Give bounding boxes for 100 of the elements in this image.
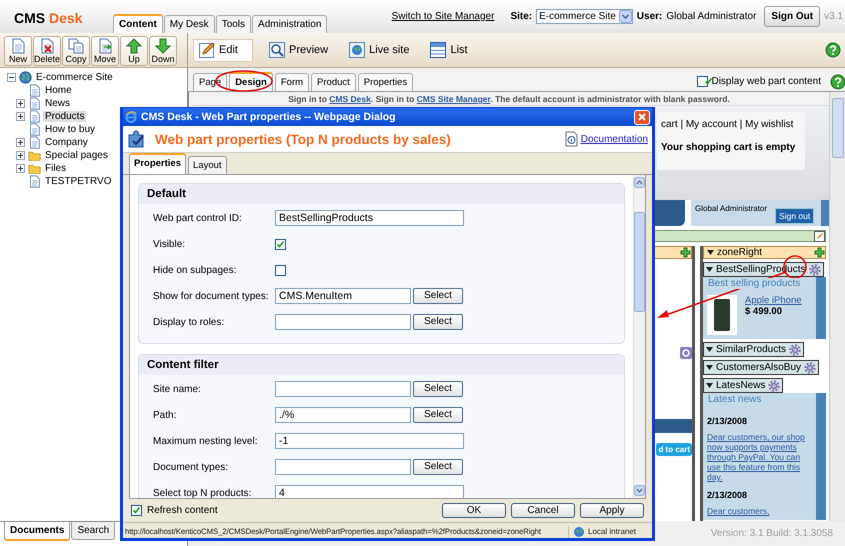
dialog-button[interactable]: OK xyxy=(442,503,506,518)
page-icon xyxy=(28,123,41,136)
site-value: E-commerce Site xyxy=(539,11,616,22)
zone-name: zoneRight xyxy=(717,247,762,258)
tab[interactable]: Properties xyxy=(358,73,414,91)
tree-item[interactable]: E-commerce Site xyxy=(34,72,115,83)
input-field[interactable]: ./% xyxy=(275,407,411,423)
user-name: Global Administrator xyxy=(695,204,768,213)
plus-icon[interactable] xyxy=(814,247,825,258)
caret-down-icon[interactable] xyxy=(706,347,713,352)
tree-item[interactable]: How to buy xyxy=(43,124,98,135)
scrollbar[interactable] xyxy=(633,175,645,498)
tree-item[interactable]: Company xyxy=(43,137,90,148)
notice-link[interactable]: CMS Site Manager xyxy=(416,94,490,104)
gear-icon[interactable] xyxy=(768,380,780,392)
sign-out-button[interactable]: Sign out xyxy=(775,208,814,224)
tree-item[interactable]: Special pages xyxy=(43,150,110,161)
checkbox[interactable] xyxy=(275,264,286,276)
network-globe-icon xyxy=(573,526,585,538)
globe-icon xyxy=(19,71,32,84)
expand-icon[interactable] xyxy=(16,99,25,108)
checkbox-label: Display web part content xyxy=(711,76,821,87)
copy-icon xyxy=(68,38,84,54)
gear-icon[interactable] xyxy=(804,362,816,374)
select-button[interactable]: Select xyxy=(413,459,463,475)
edit-button[interactable]: Edit xyxy=(193,38,253,62)
expand-icon[interactable] xyxy=(16,138,25,147)
tab[interactable]: Administration xyxy=(252,15,328,33)
copy-button[interactable]: Copy xyxy=(62,36,90,66)
product-link[interactable]: Apple iPhone xyxy=(745,295,802,306)
user-name: Global Administrator xyxy=(666,11,756,22)
select-button[interactable]: Select xyxy=(413,407,463,423)
move-button[interactable]: Move xyxy=(91,36,119,66)
checkbox[interactable] xyxy=(275,238,286,250)
caret-down-icon[interactable] xyxy=(706,267,713,272)
help-icon[interactable] xyxy=(830,74,845,90)
delete-button[interactable]: Delete xyxy=(33,36,61,66)
list-button[interactable]: List xyxy=(424,38,473,62)
site-dropdown[interactable]: E-commerce Site xyxy=(536,9,633,24)
switch-link[interactable]: Switch to Site Manager xyxy=(392,11,494,22)
tree-item[interactable]: Files xyxy=(43,163,68,174)
documentation-link[interactable]: Documentation xyxy=(580,134,648,144)
news-link[interactable]: Dear customers, xyxy=(707,506,812,516)
select-button[interactable]: Select xyxy=(413,314,463,330)
up-button[interactable]: Up xyxy=(120,36,148,66)
section-title: Default xyxy=(139,184,624,204)
page-icon xyxy=(28,136,41,149)
select-button[interactable]: Select xyxy=(413,288,463,304)
account-links[interactable]: cart | My account | My wishlist xyxy=(661,119,805,130)
dialog-button[interactable]: Cancel xyxy=(511,503,575,518)
tree-item[interactable]: TESTPETRVO xyxy=(43,176,114,187)
down-button[interactable]: Down xyxy=(149,36,177,66)
scroll-down-icon[interactable] xyxy=(634,485,645,496)
dialog-button[interactable]: Apply xyxy=(580,503,644,518)
collapse-icon[interactable] xyxy=(7,73,16,82)
input-field[interactable]: -1 xyxy=(275,433,464,449)
tree-item[interactable]: Products xyxy=(43,111,86,122)
tab[interactable]: My Desk xyxy=(164,15,215,33)
tab[interactable]: Product xyxy=(311,73,356,91)
tab[interactable]: Content xyxy=(113,14,163,33)
help-icon[interactable] xyxy=(825,42,841,58)
tab[interactable]: Form xyxy=(274,73,310,91)
input-field[interactable]: 4 xyxy=(275,485,464,498)
preview-button[interactable]: Preview xyxy=(263,38,334,62)
caret-down-icon[interactable] xyxy=(706,383,713,388)
caret-down-icon[interactable] xyxy=(707,250,714,255)
tab[interactable]: Properties xyxy=(129,153,186,174)
sign-out-button[interactable]: Sign Out xyxy=(764,6,820,27)
news-date: 2/13/2008 xyxy=(707,490,748,500)
gear-icon[interactable] xyxy=(808,264,820,276)
scroll-up-icon[interactable] xyxy=(634,177,645,188)
expand-icon[interactable] xyxy=(16,164,25,173)
tab[interactable]: Tools xyxy=(216,15,252,33)
tab[interactable]: Documents xyxy=(4,522,70,541)
input-field[interactable] xyxy=(275,381,411,397)
input-field[interactable] xyxy=(275,314,411,330)
tab[interactable]: Search xyxy=(71,522,116,540)
webpart-title: Best selling products xyxy=(707,278,802,289)
notice-link[interactable]: CMS Desk xyxy=(329,94,371,104)
input-field[interactable]: BestSellingProducts xyxy=(275,210,464,226)
field-label: Hide on subpages: xyxy=(153,264,238,276)
checkbox[interactable] xyxy=(131,505,142,516)
tab[interactable]: Layout xyxy=(188,156,227,174)
news-link[interactable]: Dear customers, our shop now supports payments through PayPal. You can use this feature from this day. xyxy=(707,432,812,482)
caret-down-icon[interactable] xyxy=(706,365,713,370)
expand-icon[interactable] xyxy=(16,112,25,121)
scrollbar[interactable] xyxy=(829,92,845,521)
bar-segment xyxy=(821,200,829,226)
select-button[interactable]: Select xyxy=(413,381,463,397)
tree-item[interactable]: News xyxy=(43,98,72,109)
plus-icon[interactable] xyxy=(680,247,691,258)
input-field[interactable] xyxy=(275,459,411,475)
tree-item[interactable]: Home xyxy=(43,85,74,96)
close-button[interactable] xyxy=(634,110,650,124)
edit-icon[interactable] xyxy=(814,231,825,242)
live-button[interactable]: Live site xyxy=(343,38,414,62)
expand-icon[interactable] xyxy=(16,151,25,160)
gear-icon[interactable] xyxy=(789,344,802,356)
new-button[interactable]: New xyxy=(4,36,32,66)
input-field[interactable]: CMS.MenuItem xyxy=(275,288,411,304)
